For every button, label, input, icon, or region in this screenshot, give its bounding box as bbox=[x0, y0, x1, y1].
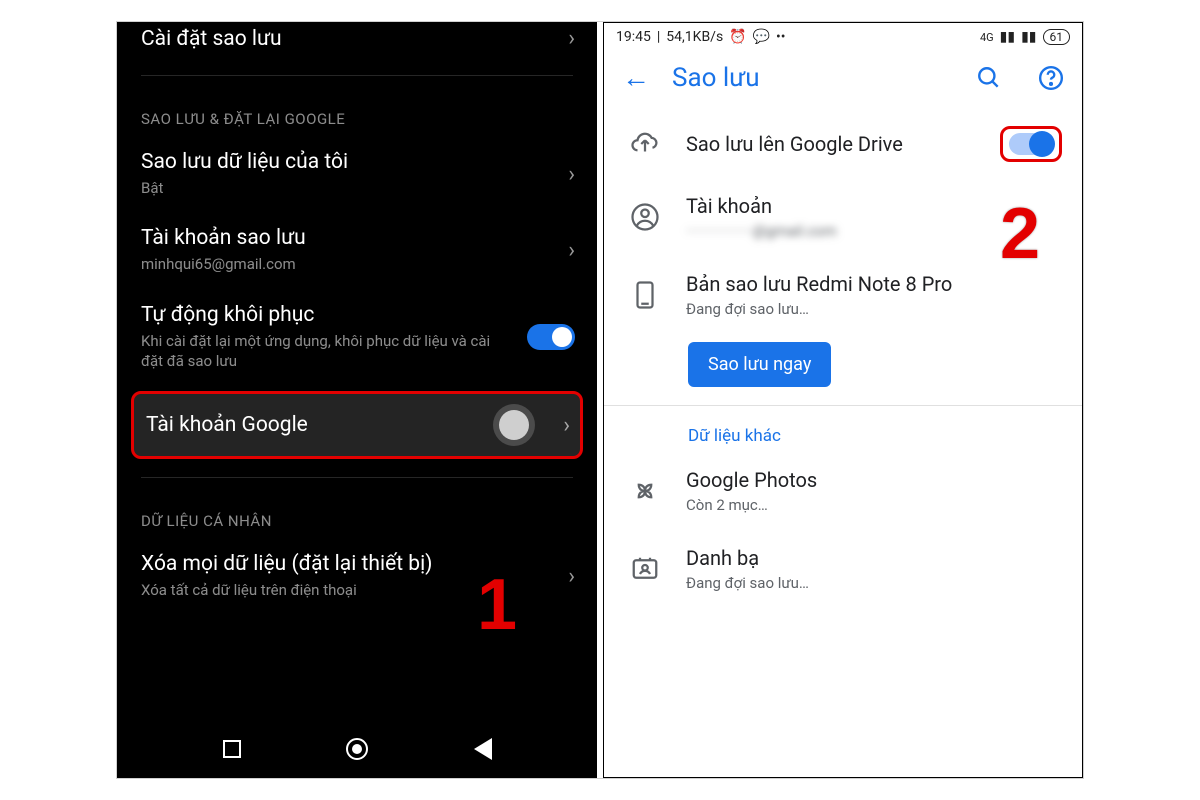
android-nav-bar bbox=[117, 720, 597, 778]
item-subtitle: Khi cài đặt lại một ứng dụng, khôi phục … bbox=[141, 331, 511, 372]
backup-to-drive-row[interactable]: Sao lưu lên Google Drive bbox=[604, 110, 1082, 178]
chevron-right-icon: › bbox=[549, 413, 570, 438]
settings-item-google-account[interactable]: Tài khoản Google › bbox=[131, 391, 583, 459]
divider bbox=[604, 405, 1082, 406]
photos-row[interactable]: Google Photos Còn 2 mục… bbox=[604, 452, 1082, 530]
back-button[interactable] bbox=[474, 738, 492, 760]
battery-icon: 61 bbox=[1043, 29, 1071, 45]
search-icon[interactable] bbox=[976, 65, 1002, 91]
signal-icon: ▮▮ bbox=[1000, 29, 1015, 45]
status-net-speed: 54,1KB/s bbox=[666, 29, 723, 45]
app-bar: ← Sao lưu bbox=[604, 47, 1082, 110]
chevron-right-icon: › bbox=[554, 26, 575, 51]
pinwheel-icon bbox=[628, 476, 662, 506]
item-subtitle: Bật bbox=[141, 178, 554, 198]
page-title: Sao lưu bbox=[672, 63, 940, 93]
messenger-icon: 💬 bbox=[753, 29, 770, 45]
right-phone-screenshot: 19:45 | 54,1KB/s ⏰ 💬 •• 4G ▮▮ ▮▮ 61 ← Sa… bbox=[603, 22, 1083, 778]
person-circle-icon bbox=[628, 202, 662, 232]
backup-now-button[interactable]: Sao lưu ngay bbox=[688, 342, 831, 387]
item-title: Danh bạ bbox=[686, 546, 1062, 570]
help-icon[interactable] bbox=[1038, 65, 1064, 91]
item-title: Sao lưu dữ liệu của tôi bbox=[141, 150, 554, 174]
item-title: Tài khoản Google bbox=[146, 413, 308, 437]
account-email: ·················@gmail.com bbox=[686, 222, 1062, 240]
status-separator: | bbox=[657, 29, 660, 45]
section-header-personal-data: DỮ LIỆU CÁ NHÂN bbox=[117, 488, 597, 538]
annotation-step-1: 1 bbox=[477, 564, 517, 646]
settings-item-auto-restore[interactable]: Tự động khôi phục Khi cài đặt lại một ứn… bbox=[117, 289, 597, 386]
more-icon: •• bbox=[776, 29, 785, 45]
signal-icon: ▮▮ bbox=[1021, 29, 1036, 45]
chevron-right-icon: › bbox=[554, 238, 575, 263]
settings-item-backup-account[interactable]: Tài khoản sao lưu minhqui65@gmail.com › bbox=[117, 212, 597, 288]
contact-card-icon bbox=[628, 554, 662, 584]
left-phone-screenshot: Cài đặt sao lưu › SAO LƯU & ĐẶT LẠI GOOG… bbox=[117, 22, 597, 778]
chevron-right-icon: › bbox=[554, 162, 575, 187]
loading-spinner-icon bbox=[499, 410, 529, 440]
status-bar: 19:45 | 54,1KB/s ⏰ 💬 •• 4G ▮▮ ▮▮ 61 bbox=[604, 23, 1082, 47]
item-title: Google Photos bbox=[686, 468, 1062, 492]
status-time: 19:45 bbox=[616, 29, 651, 45]
section-header-other-data: Dữ liệu khác bbox=[604, 416, 1082, 452]
item-title: Bản sao lưu Redmi Note 8 Pro bbox=[686, 272, 1062, 296]
phone-device-icon bbox=[628, 280, 662, 310]
auto-restore-toggle[interactable] bbox=[527, 324, 575, 350]
settings-item-backup-settings[interactable]: Cài đặt sao lưu › bbox=[117, 22, 597, 65]
recents-button[interactable] bbox=[223, 740, 241, 758]
item-title: Sao lưu lên Google Drive bbox=[686, 132, 976, 156]
item-subtitle: Đang đợi sao lưu… bbox=[686, 300, 1062, 318]
divider bbox=[141, 75, 573, 76]
contacts-row[interactable]: Danh bạ Đang đợi sao lưu… bbox=[604, 530, 1082, 608]
home-button[interactable] bbox=[346, 738, 368, 760]
chevron-right-icon: › bbox=[554, 564, 575, 589]
settings-item-factory-reset[interactable]: Xóa mọi dữ liệu (đặt lại thiết bị) Xóa t… bbox=[117, 538, 597, 614]
back-arrow-icon[interactable]: ← bbox=[622, 61, 650, 94]
item-title: Tự động khôi phục bbox=[141, 303, 511, 327]
item-subtitle: Đang đợi sao lưu… bbox=[686, 574, 1062, 592]
divider bbox=[141, 477, 573, 478]
item-title: Cài đặt sao lưu bbox=[141, 27, 554, 51]
item-title: Tài khoản sao lưu bbox=[141, 226, 554, 250]
settings-item-backup-my-data[interactable]: Sao lưu dữ liệu của tôi Bật › bbox=[117, 136, 597, 212]
alarm-icon: ⏰ bbox=[729, 29, 746, 45]
section-header-google-backup: SAO LƯU & ĐẶT LẠI GOOGLE bbox=[117, 86, 597, 136]
drive-backup-toggle[interactable] bbox=[1009, 133, 1053, 155]
annotation-highlight-box bbox=[1000, 126, 1062, 162]
signal-4g-icon: 4G bbox=[980, 31, 994, 44]
item-subtitle: Còn 2 mục… bbox=[686, 496, 1062, 514]
item-subtitle: minhqui65@gmail.com bbox=[141, 254, 554, 274]
cloud-upload-icon bbox=[628, 129, 662, 159]
